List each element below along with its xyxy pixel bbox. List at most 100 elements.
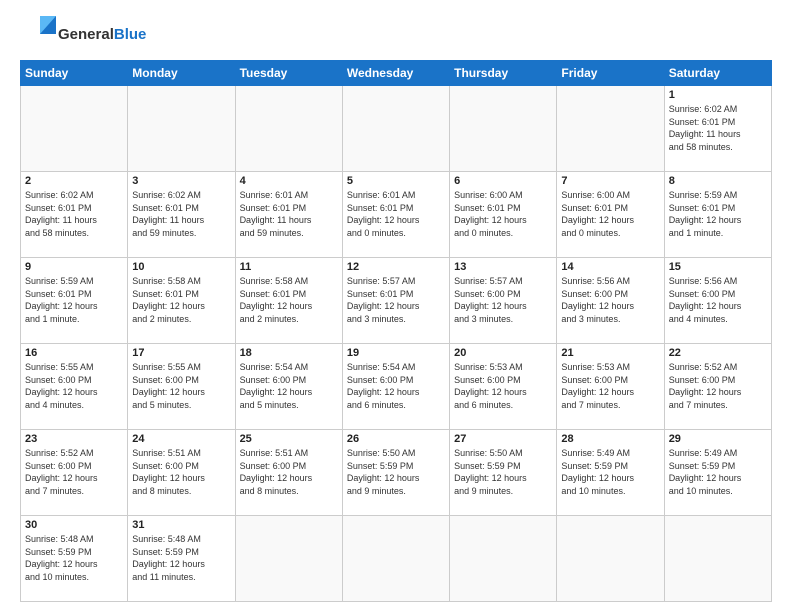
calendar-cell: 12Sunrise: 5:57 AM Sunset: 6:01 PM Dayli…: [342, 258, 449, 344]
day-number: 21: [561, 347, 659, 359]
calendar-cell: [342, 86, 449, 172]
day-number: 20: [454, 347, 552, 359]
day-info: Sunrise: 5:53 AM Sunset: 6:00 PM Dayligh…: [561, 361, 659, 411]
day-info: Sunrise: 5:49 AM Sunset: 5:59 PM Dayligh…: [561, 447, 659, 497]
day-info: Sunrise: 6:02 AM Sunset: 6:01 PM Dayligh…: [132, 189, 230, 239]
weekday-header-sunday: Sunday: [21, 61, 128, 86]
calendar-cell: 22Sunrise: 5:52 AM Sunset: 6:00 PM Dayli…: [664, 344, 771, 430]
calendar-cell: [664, 516, 771, 602]
day-info: Sunrise: 5:56 AM Sunset: 6:00 PM Dayligh…: [561, 275, 659, 325]
week-row-1: 1 Sunrise: 6:02 AM Sunset: 6:01 PM Daylig…: [21, 86, 772, 172]
day-number: 5: [347, 175, 445, 187]
day-info: Sunrise: 5:50 AM Sunset: 5:59 PM Dayligh…: [454, 447, 552, 497]
calendar-cell: 5Sunrise: 6:01 AM Sunset: 6:01 PM Daylig…: [342, 172, 449, 258]
day-info: Sunrise: 5:51 AM Sunset: 6:00 PM Dayligh…: [132, 447, 230, 497]
calendar-cell: 4 Sunrise: 6:01 AM Sunset: 6:01 PM Daylig…: [235, 172, 342, 258]
day-number: 15: [669, 261, 767, 273]
calendar-cell: 17 Sunrise: 5:55 AM Sunset: 6:00 PM Dayli…: [128, 344, 235, 430]
day-number: 16: [25, 347, 123, 359]
weekday-header-friday: Friday: [557, 61, 664, 86]
calendar-cell: 14Sunrise: 5:56 AM Sunset: 6:00 PM Dayli…: [557, 258, 664, 344]
calendar-cell: 7 Sunrise: 6:00 AM Sunset: 6:01 PM Daylig…: [557, 172, 664, 258]
day-info: Sunrise: 5:52 AM Sunset: 6:00 PM Dayligh…: [25, 447, 123, 497]
day-number: 26: [347, 433, 445, 445]
logo-text: GeneralBlue: [58, 27, 146, 42]
calendar-cell: [450, 86, 557, 172]
day-number: 1: [669, 89, 767, 101]
calendar-cell: 9Sunrise: 5:59 AM Sunset: 6:01 PM Daylig…: [21, 258, 128, 344]
calendar-cell: 16 Sunrise: 5:55 AM Sunset: 6:00 PM Dayli…: [21, 344, 128, 430]
week-row-4: 16 Sunrise: 5:55 AM Sunset: 6:00 PM Dayli…: [21, 344, 772, 430]
calendar-cell: 20 Sunrise: 5:53 AM Sunset: 6:00 PM Dayli…: [450, 344, 557, 430]
day-info: Sunrise: 5:52 AM Sunset: 6:00 PM Dayligh…: [669, 361, 767, 411]
week-row-5: 23Sunrise: 5:52 AM Sunset: 6:00 PM Dayli…: [21, 430, 772, 516]
day-info: Sunrise: 6:02 AM Sunset: 6:01 PM Dayligh…: [669, 103, 767, 153]
calendar-cell: 19 Sunrise: 5:54 AM Sunset: 6:00 PM Dayli…: [342, 344, 449, 430]
day-number: 17: [132, 347, 230, 359]
day-number: 27: [454, 433, 552, 445]
logo-icon: [20, 16, 56, 52]
day-info: Sunrise: 6:00 AM Sunset: 6:01 PM Dayligh…: [454, 189, 552, 239]
day-number: 4: [240, 175, 338, 187]
day-number: 29: [669, 433, 767, 445]
calendar-cell: 6 Sunrise: 6:00 AM Sunset: 6:01 PM Daylig…: [450, 172, 557, 258]
day-info: Sunrise: 5:56 AM Sunset: 6:00 PM Dayligh…: [669, 275, 767, 325]
day-number: 7: [561, 175, 659, 187]
day-info: Sunrise: 5:57 AM Sunset: 6:00 PM Dayligh…: [454, 275, 552, 325]
day-info: Sunrise: 5:48 AM Sunset: 5:59 PM Dayligh…: [132, 533, 230, 583]
day-info: Sunrise: 5:59 AM Sunset: 6:01 PM Dayligh…: [669, 189, 767, 239]
calendar-cell: [128, 86, 235, 172]
calendar-cell: [557, 86, 664, 172]
calendar-cell: [235, 516, 342, 602]
calendar-cell: 2Sunrise: 6:02 AM Sunset: 6:01 PM Daylig…: [21, 172, 128, 258]
calendar-cell: 28Sunrise: 5:49 AM Sunset: 5:59 PM Dayli…: [557, 430, 664, 516]
calendar-cell: 13 Sunrise: 5:57 AM Sunset: 6:00 PM Dayli…: [450, 258, 557, 344]
day-info: Sunrise: 6:02 AM Sunset: 6:01 PM Dayligh…: [25, 189, 123, 239]
calendar-cell: [235, 86, 342, 172]
day-info: Sunrise: 5:55 AM Sunset: 6:00 PM Dayligh…: [132, 361, 230, 411]
day-number: 13: [454, 261, 552, 273]
day-number: 24: [132, 433, 230, 445]
weekday-header-tuesday: Tuesday: [235, 61, 342, 86]
day-number: 6: [454, 175, 552, 187]
weekday-header-thursday: Thursday: [450, 61, 557, 86]
weekday-header-row: SundayMondayTuesdayWednesdayThursdayFrid…: [21, 61, 772, 86]
day-info: Sunrise: 6:00 AM Sunset: 6:01 PM Dayligh…: [561, 189, 659, 239]
day-info: Sunrise: 5:49 AM Sunset: 5:59 PM Dayligh…: [669, 447, 767, 497]
calendar-cell: 18Sunrise: 5:54 AM Sunset: 6:00 PM Dayli…: [235, 344, 342, 430]
logo-container: GeneralBlue: [20, 16, 146, 52]
page-header: GeneralBlue: [20, 16, 772, 52]
day-info: Sunrise: 5:51 AM Sunset: 6:00 PM Dayligh…: [240, 447, 338, 497]
calendar-cell: 26 Sunrise: 5:50 AM Sunset: 5:59 PM Dayli…: [342, 430, 449, 516]
calendar-cell: 15 Sunrise: 5:56 AM Sunset: 6:00 PM Dayli…: [664, 258, 771, 344]
calendar-cell: 31Sunrise: 5:48 AM Sunset: 5:59 PM Dayli…: [128, 516, 235, 602]
day-info: Sunrise: 5:54 AM Sunset: 6:00 PM Dayligh…: [347, 361, 445, 411]
day-number: 30: [25, 519, 123, 531]
day-info: Sunrise: 5:58 AM Sunset: 6:01 PM Dayligh…: [132, 275, 230, 325]
weekday-header-monday: Monday: [128, 61, 235, 86]
weekday-header-wednesday: Wednesday: [342, 61, 449, 86]
day-number: 19: [347, 347, 445, 359]
calendar-cell: [557, 516, 664, 602]
calendar-cell: 21 Sunrise: 5:53 AM Sunset: 6:00 PM Dayli…: [557, 344, 664, 430]
calendar-cell: 30Sunrise: 5:48 AM Sunset: 5:59 PM Dayli…: [21, 516, 128, 602]
calendar-cell: [342, 516, 449, 602]
calendar-table: SundayMondayTuesdayWednesdayThursdayFrid…: [20, 60, 772, 602]
week-row-2: 2Sunrise: 6:02 AM Sunset: 6:01 PM Daylig…: [21, 172, 772, 258]
calendar-cell: 27 Sunrise: 5:50 AM Sunset: 5:59 PM Dayli…: [450, 430, 557, 516]
day-number: 3: [132, 175, 230, 187]
day-number: 10: [132, 261, 230, 273]
day-number: 25: [240, 433, 338, 445]
calendar-cell: 25 Sunrise: 5:51 AM Sunset: 6:00 PM Dayli…: [235, 430, 342, 516]
day-info: Sunrise: 6:01 AM Sunset: 6:01 PM Dayligh…: [240, 189, 338, 239]
calendar-cell: 11Sunrise: 5:58 AM Sunset: 6:01 PM Dayli…: [235, 258, 342, 344]
day-info: Sunrise: 5:50 AM Sunset: 5:59 PM Dayligh…: [347, 447, 445, 497]
calendar-cell: 29 Sunrise: 5:49 AM Sunset: 5:59 PM Dayli…: [664, 430, 771, 516]
logo: GeneralBlue: [20, 16, 146, 52]
day-info: Sunrise: 5:59 AM Sunset: 6:01 PM Dayligh…: [25, 275, 123, 325]
day-number: 12: [347, 261, 445, 273]
day-info: Sunrise: 5:53 AM Sunset: 6:00 PM Dayligh…: [454, 361, 552, 411]
day-info: Sunrise: 5:55 AM Sunset: 6:00 PM Dayligh…: [25, 361, 123, 411]
calendar-cell: [450, 516, 557, 602]
calendar-cell: 8Sunrise: 5:59 AM Sunset: 6:01 PM Daylig…: [664, 172, 771, 258]
